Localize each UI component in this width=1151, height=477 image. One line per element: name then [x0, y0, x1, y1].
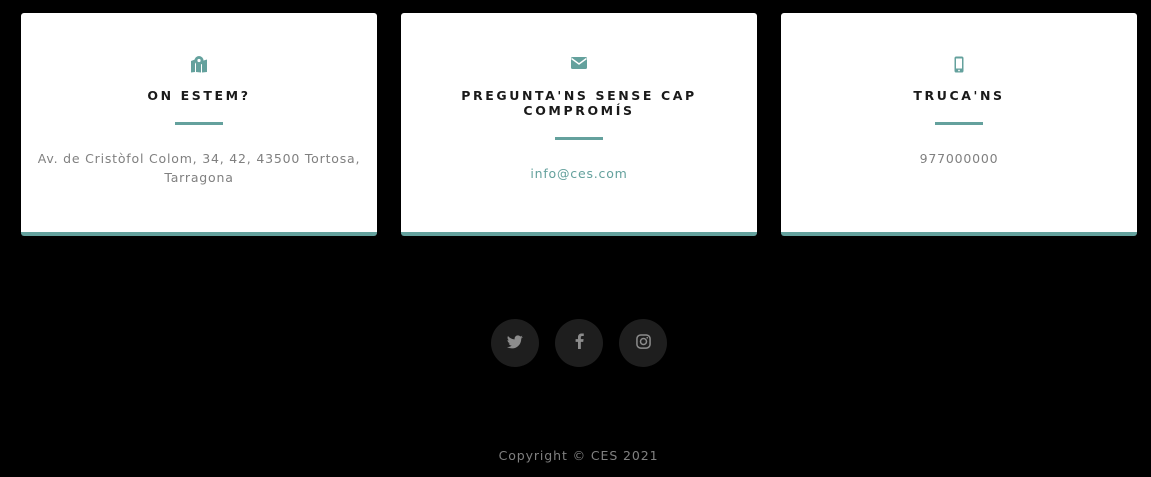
mobile-phone-icon — [954, 56, 964, 74]
card-title: Truca'ns — [913, 88, 1005, 103]
social-links — [491, 319, 667, 367]
map-marked-icon — [190, 56, 208, 74]
twitter-icon — [506, 334, 523, 353]
phone-number: 977000000 — [919, 151, 999, 166]
address-text: Av. de Cristòfol Colom, 34, 42, 43500 To… — [37, 151, 361, 185]
contact-cards: On estem? Av. de Cristòfol Colom, 34, 42… — [21, 13, 1137, 236]
twitter-button[interactable] — [491, 319, 539, 367]
title-divider — [555, 137, 603, 140]
contact-card-email: Pregunta'ns sense cap compromís info@ces… — [401, 13, 757, 236]
facebook-icon — [575, 333, 584, 353]
email-link[interactable]: info@ces.com — [414, 164, 744, 183]
instagram-button[interactable] — [619, 319, 667, 367]
title-divider — [175, 122, 223, 125]
contact-card-phone: Truca'ns 977000000 — [781, 13, 1137, 236]
contact-card-location: On estem? Av. de Cristòfol Colom, 34, 42… — [21, 13, 377, 236]
copyright-text: Copyright © CES 2021 — [498, 448, 659, 463]
card-title: Pregunta'ns sense cap compromís — [461, 88, 697, 118]
title-divider — [935, 122, 983, 125]
facebook-button[interactable] — [555, 319, 603, 367]
envelope-icon — [571, 56, 587, 74]
card-title: On estem? — [147, 88, 251, 103]
instagram-icon — [635, 333, 651, 353]
